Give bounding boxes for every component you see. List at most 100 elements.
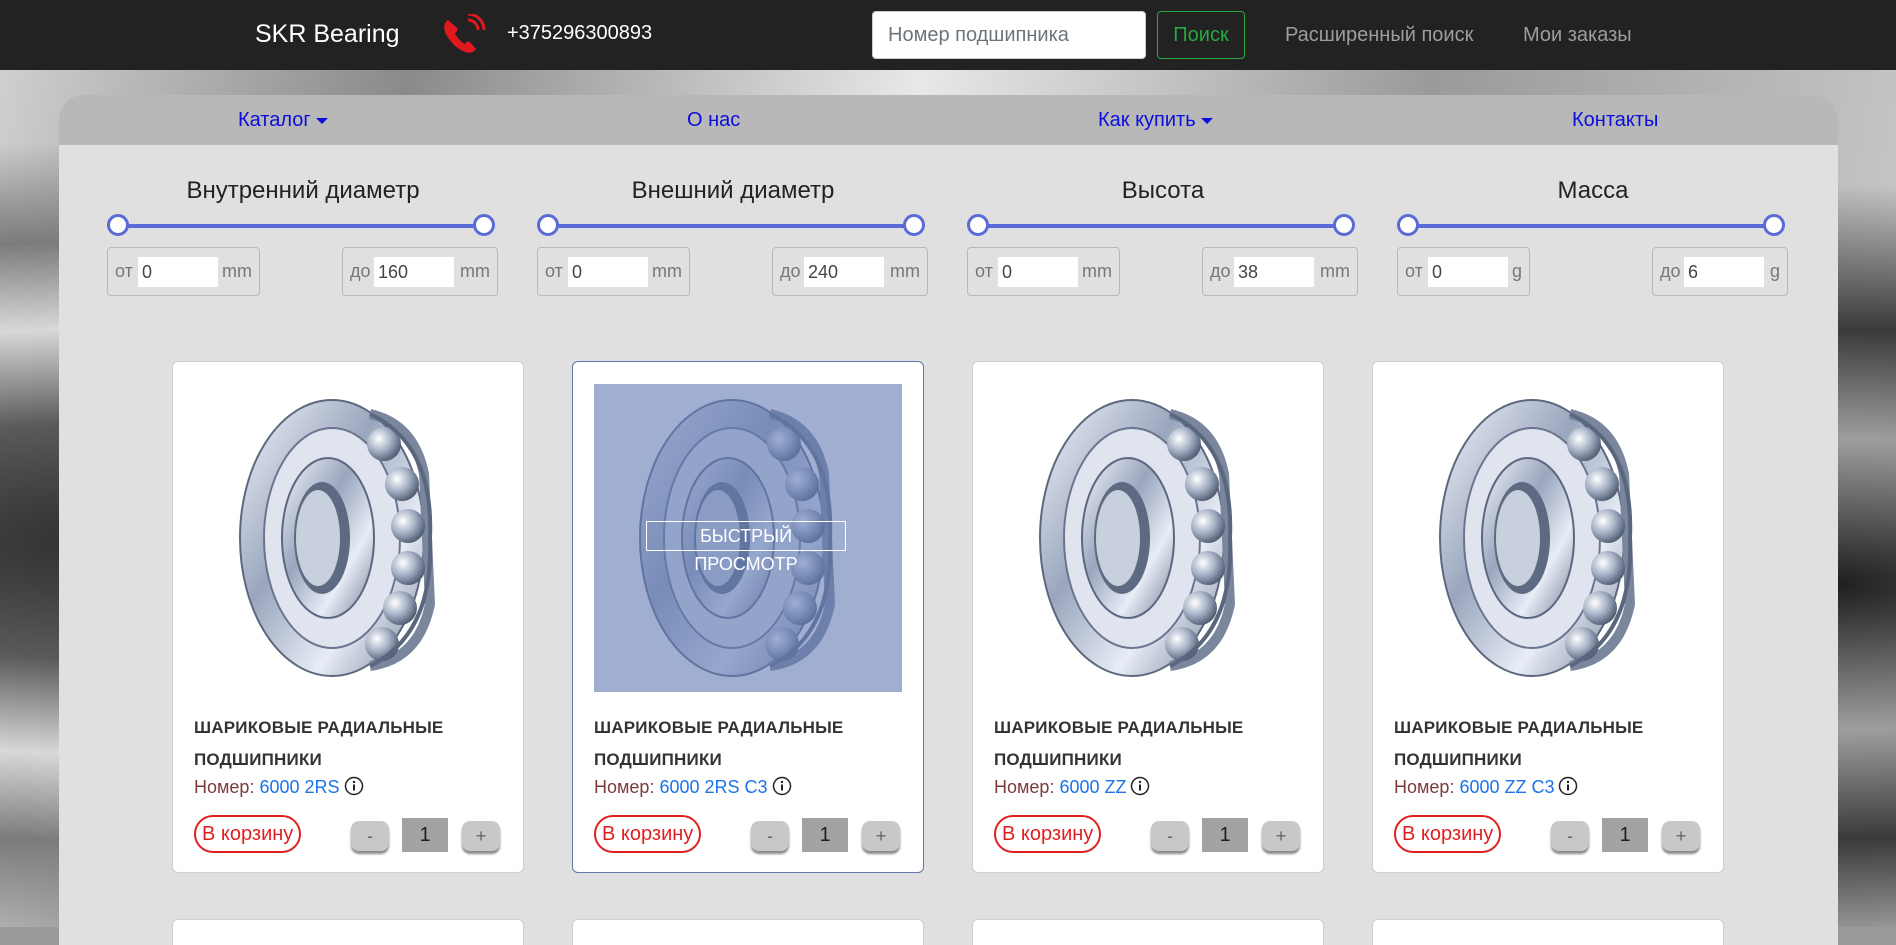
product-number-link[interactable]: 6000 ZZ C3 bbox=[1459, 777, 1554, 797]
menu-catalog[interactable]: Каталог bbox=[238, 109, 328, 132]
add-to-cart-button[interactable]: В корзину bbox=[594, 815, 702, 853]
from-label: от bbox=[545, 261, 563, 281]
to-label: до bbox=[1660, 261, 1681, 281]
product-image[interactable] bbox=[994, 384, 1302, 692]
unit-label: mm bbox=[1320, 261, 1350, 281]
unit-label: g bbox=[1769, 261, 1780, 281]
unit-label: g bbox=[1511, 261, 1522, 281]
from-label: от bbox=[115, 261, 133, 281]
qty-plus-button[interactable]: + bbox=[1262, 821, 1300, 851]
from-label: от bbox=[1405, 261, 1423, 281]
range-to-input[interactable] bbox=[804, 257, 884, 287]
range-track bbox=[117, 224, 483, 228]
range-from-input[interactable] bbox=[1428, 257, 1508, 287]
unit-label: mm bbox=[652, 261, 682, 281]
product-title: ШАРИКОВЫЕ РАДИАЛЬНЫЕ ПОДШИПНИКИ bbox=[194, 718, 444, 769]
range-to-group: до mm bbox=[342, 247, 498, 296]
menu-how-to-buy[interactable]: Как купить bbox=[1098, 109, 1213, 132]
range-from-input[interactable] bbox=[568, 257, 648, 287]
product-card[interactable]: ШАРИКОВЫЕ РАДИАЛЬНЫЕ ПОДШИПНИКИ Номер: 6… bbox=[972, 361, 1324, 873]
add-to-cart-button[interactable]: В корзину bbox=[994, 815, 1102, 853]
range-max-handle[interactable] bbox=[1333, 214, 1355, 236]
qty-plus-button[interactable]: + bbox=[1662, 821, 1700, 851]
advanced-search-link[interactable]: Расширенный поиск bbox=[1285, 24, 1473, 47]
to-label: до bbox=[780, 261, 801, 281]
my-orders-link[interactable]: Мои заказы bbox=[1523, 24, 1632, 47]
product-card[interactable] bbox=[572, 919, 924, 945]
product-number-link[interactable]: 6000 ZZ bbox=[1059, 777, 1126, 797]
range-max-handle[interactable] bbox=[473, 214, 495, 236]
product-card[interactable]: БЫСТРЫЙ ПРОСМОТР ШАРИКОВЫЕ РАДИАЛЬНЫЕ ПО… bbox=[572, 361, 924, 873]
qty-minus-button[interactable]: - bbox=[1151, 821, 1189, 851]
info-icon[interactable] bbox=[344, 776, 364, 796]
from-label: от bbox=[975, 261, 993, 281]
range-min-handle[interactable] bbox=[107, 214, 129, 236]
add-to-cart-button[interactable]: В корзину bbox=[1394, 815, 1502, 853]
range-to-input[interactable] bbox=[1684, 257, 1764, 287]
menu-catalog-label: Каталог bbox=[238, 109, 311, 131]
bearing-image bbox=[239, 399, 436, 677]
qty-input[interactable] bbox=[402, 818, 448, 852]
qty-input[interactable] bbox=[802, 818, 848, 852]
product-image[interactable] bbox=[1394, 384, 1702, 692]
range-from-input[interactable] bbox=[998, 257, 1078, 287]
qty-minus-button[interactable]: - bbox=[751, 821, 789, 851]
product-title: ШАРИКОВЫЕ РАДИАЛЬНЫЕ ПОДШИПНИКИ bbox=[994, 718, 1244, 769]
product-card[interactable] bbox=[1372, 919, 1724, 945]
info-icon[interactable] bbox=[772, 776, 792, 796]
qty-input[interactable] bbox=[1602, 818, 1648, 852]
product-title: ШАРИКОВЫЕ РАДИАЛЬНЫЕ ПОДШИПНИКИ bbox=[594, 718, 844, 769]
range-track bbox=[1407, 224, 1773, 228]
search-input[interactable] bbox=[872, 11, 1146, 59]
range-to-input[interactable] bbox=[374, 257, 454, 287]
qty-minus-button[interactable]: - bbox=[1551, 821, 1589, 851]
range-to-input[interactable] bbox=[1234, 257, 1314, 287]
range-min-handle[interactable] bbox=[967, 214, 989, 236]
qty-plus-button[interactable]: + bbox=[462, 821, 500, 851]
product-number-row: Номер: 6000 ZZ bbox=[994, 776, 1150, 798]
number-label: Номер: bbox=[1394, 777, 1455, 797]
info-icon[interactable] bbox=[1130, 776, 1150, 796]
menu-contacts[interactable]: Контакты bbox=[1572, 109, 1658, 132]
unit-label: mm bbox=[460, 261, 490, 281]
product-title: ШАРИКОВЫЕ РАДИАЛЬНЫЕ ПОДШИПНИКИ bbox=[1394, 718, 1644, 769]
product-image[interactable] bbox=[194, 384, 502, 692]
quick-view-overlay[interactable]: БЫСТРЫЙ ПРОСМОТР bbox=[594, 384, 902, 692]
range-to-group: до mm bbox=[1202, 247, 1358, 296]
add-to-cart-button[interactable]: В корзину bbox=[194, 815, 302, 853]
menu-about[interactable]: О нас bbox=[687, 109, 740, 132]
bearing-image bbox=[1039, 399, 1236, 677]
to-label: до bbox=[1210, 261, 1231, 281]
qty-plus-button[interactable]: + bbox=[862, 821, 900, 851]
range-min-handle[interactable] bbox=[1397, 214, 1419, 236]
info-icon[interactable] bbox=[1558, 776, 1578, 796]
brand-logo[interactable]: SKR Bearing bbox=[255, 20, 400, 49]
product-card[interactable]: ШАРИКОВЫЕ РАДИАЛЬНЫЕ ПОДШИПНИКИ Номер: 6… bbox=[172, 361, 524, 873]
quick-view-button[interactable]: БЫСТРЫЙ ПРОСМОТР bbox=[646, 521, 846, 574]
range-max-handle[interactable] bbox=[903, 214, 925, 236]
range-to-group: до g bbox=[1652, 247, 1788, 296]
product-card[interactable] bbox=[972, 919, 1324, 945]
filter-mass: Масса от g до g bbox=[1397, 177, 1789, 307]
to-label: до bbox=[350, 261, 371, 281]
product-card[interactable]: ШАРИКОВЫЕ РАДИАЛЬНЫЕ ПОДШИПНИКИ Номер: 6… bbox=[1372, 361, 1724, 873]
top-navbar: SKR Bearing +375296300893 Поиск Расширен… bbox=[0, 0, 1896, 70]
phone-number[interactable]: +375296300893 bbox=[507, 22, 652, 45]
product-card[interactable] bbox=[172, 919, 524, 945]
qty-input[interactable] bbox=[1202, 818, 1248, 852]
search-button[interactable]: Поиск bbox=[1157, 11, 1245, 59]
unit-label: mm bbox=[890, 261, 920, 281]
main-menu: Каталог О нас Как купить Контакты bbox=[59, 95, 1838, 145]
range-from-input[interactable] bbox=[138, 257, 218, 287]
range-max-handle[interactable] bbox=[1763, 214, 1785, 236]
product-number-link[interactable]: 6000 2RS bbox=[259, 777, 339, 797]
qty-minus-button[interactable]: - bbox=[351, 821, 389, 851]
product-number-link[interactable]: 6000 2RS C3 bbox=[659, 777, 767, 797]
filter-title: Высота bbox=[1121, 177, 1205, 204]
range-from-group: от g bbox=[1397, 247, 1530, 296]
unit-label: mm bbox=[222, 261, 252, 281]
product-number-row: Номер: 6000 2RS C3 bbox=[594, 776, 792, 798]
filter-height: Высота от mm до mm bbox=[967, 177, 1359, 307]
range-min-handle[interactable] bbox=[537, 214, 559, 236]
filter-title: Внутренний диаметр bbox=[186, 177, 420, 204]
